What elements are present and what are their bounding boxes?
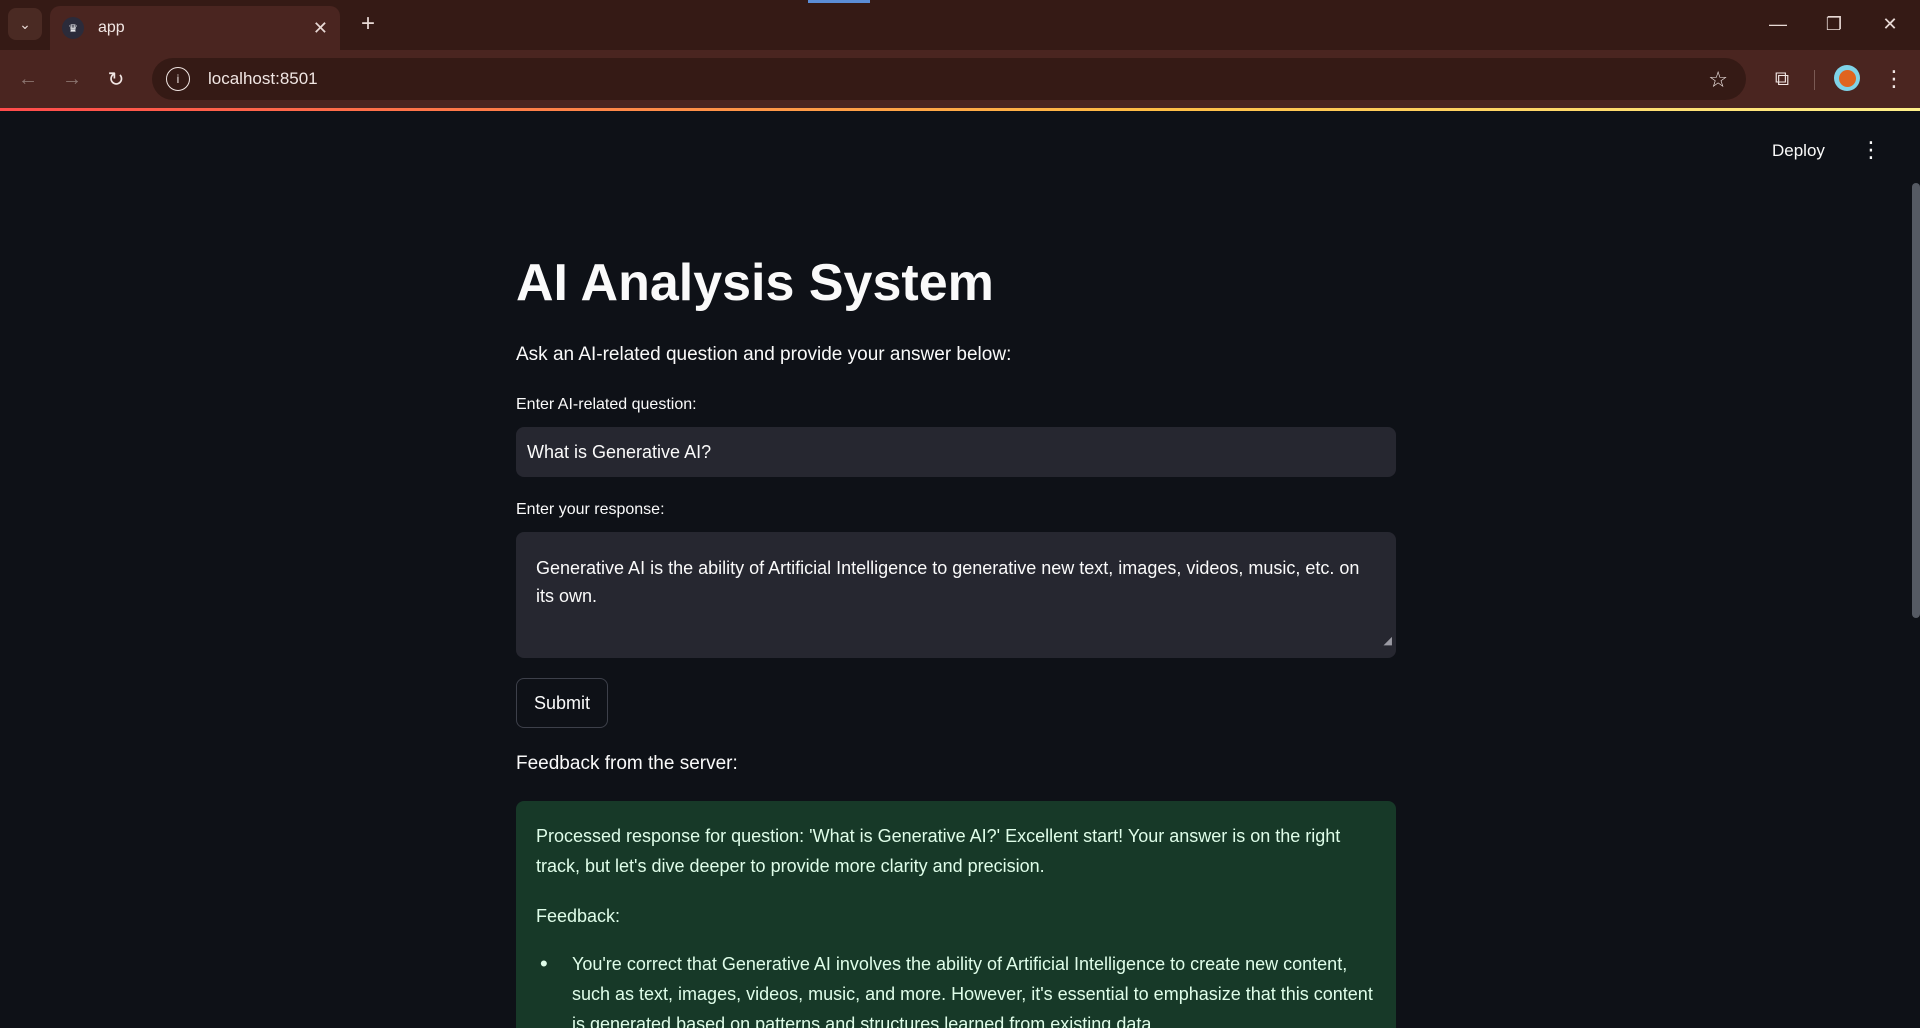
question-label: Enter AI-related question: bbox=[516, 396, 697, 413]
browser-tab[interactable]: ♛ app ✕ bbox=[50, 6, 340, 50]
url-text[interactable]: localhost:8501 bbox=[208, 69, 318, 89]
site-info-icon[interactable]: i bbox=[166, 67, 190, 91]
app-container: Deploy ⋮ AI Analysis System Ask an AI-re… bbox=[0, 111, 1920, 1028]
restore-button[interactable]: ❐ bbox=[1814, 8, 1854, 40]
back-button[interactable]: ← bbox=[12, 63, 44, 95]
streamlit-favicon-icon: ♛ bbox=[62, 17, 84, 39]
deploy-button[interactable]: Deploy bbox=[1772, 141, 1825, 161]
arrow-left-icon: ← bbox=[18, 67, 38, 90]
app-menu-icon[interactable]: ⋮ bbox=[1860, 137, 1882, 163]
arrow-right-icon: → bbox=[62, 67, 82, 90]
forward-button[interactable]: → bbox=[56, 63, 88, 95]
address-bar[interactable]: i localhost:8501 ☆ bbox=[152, 58, 1746, 100]
submit-button[interactable]: Submit bbox=[516, 678, 608, 728]
close-window-button[interactable]: ✕ bbox=[1870, 8, 1910, 40]
avatar[interactable] bbox=[1834, 65, 1860, 91]
resize-handle-icon[interactable]: ◢ bbox=[1384, 627, 1392, 655]
intro-text: Ask an AI-related question and provide y… bbox=[516, 344, 1012, 365]
restore-icon: ❐ bbox=[1825, 13, 1843, 34]
response-label: Enter your response: bbox=[516, 501, 665, 518]
tab-indicator bbox=[808, 0, 870, 3]
toolbar-divider bbox=[1814, 70, 1815, 90]
feedback-alert: Processed response for question: 'What i… bbox=[516, 801, 1396, 1028]
list-item: You're correct that Generative AI involv… bbox=[536, 949, 1376, 1028]
feedback-paragraph: Processed response for question: 'What i… bbox=[536, 826, 1341, 876]
reload-button[interactable]: ↻ bbox=[100, 63, 132, 95]
new-tab-button[interactable]: + bbox=[352, 8, 384, 40]
avatar-image bbox=[1838, 69, 1856, 87]
close-icon[interactable]: ✕ bbox=[313, 18, 328, 39]
chevron-down-icon: ⌄ bbox=[19, 15, 31, 32]
page-title: AI Analysis System bbox=[516, 254, 994, 312]
reload-icon: ↻ bbox=[107, 68, 125, 91]
browser-menu-icon[interactable]: ⋮ bbox=[1878, 63, 1910, 95]
tab-search-button[interactable]: ⌄ bbox=[8, 8, 42, 40]
browser-toolbar: ← → ↻ i localhost:8501 ☆ ⧉ ⋮ bbox=[0, 50, 1920, 108]
minimize-button[interactable]: — bbox=[1758, 8, 1798, 40]
tab-title: app bbox=[98, 19, 125, 36]
feedback-heading: Feedback from the server: bbox=[516, 753, 738, 774]
response-text[interactable]: Generative AI is the ability of Artifici… bbox=[536, 558, 1359, 606]
feedback-list: You're correct that Generative AI involv… bbox=[536, 949, 1376, 1028]
browser-tab-strip: ⌄ ♛ app ✕ + — ❐ ✕ bbox=[0, 0, 1920, 50]
close-window-icon: ✕ bbox=[1882, 13, 1898, 34]
bookmark-star-icon[interactable]: ☆ bbox=[1708, 67, 1728, 93]
response-textarea[interactable]: Generative AI is the ability of Artifici… bbox=[516, 532, 1396, 658]
question-input[interactable]: What is Generative AI? bbox=[516, 427, 1396, 477]
scrollbar[interactable] bbox=[1912, 183, 1920, 618]
minimize-icon: — bbox=[1769, 13, 1787, 34]
extensions-icon[interactable]: ⧉ bbox=[1766, 63, 1798, 95]
plus-icon: + bbox=[360, 10, 375, 37]
feedback-label: Feedback: bbox=[536, 906, 621, 926]
